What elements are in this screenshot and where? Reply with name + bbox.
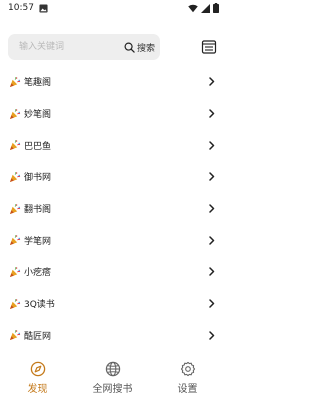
party-popper-icon [9, 298, 21, 310]
party-popper-icon [9, 266, 21, 278]
chevron-right-icon [209, 299, 215, 308]
list-item[interactable]: 笔趣阁 [0, 66, 225, 98]
chevron-right-icon [209, 236, 215, 245]
party-popper-icon [9, 329, 21, 341]
cellular-signal-icon [201, 3, 210, 13]
tab-settings-label: 设置 [177, 384, 198, 395]
party-popper-icon [9, 171, 21, 183]
list-item-label: 3Q读书 [24, 300, 55, 311]
battery-icon [213, 3, 219, 13]
party-popper-icon [9, 139, 21, 151]
library-button[interactable] [201, 39, 217, 55]
globe-icon [105, 361, 121, 377]
gallery-notification-icon [39, 3, 48, 13]
compass-icon [30, 361, 46, 377]
chevron-right-icon [209, 109, 215, 118]
chevron-right-icon [209, 204, 215, 213]
list-item-label: 翻书阁 [24, 205, 52, 216]
party-popper-icon [9, 234, 21, 246]
list-item-label: 学笔网 [24, 236, 52, 247]
wifi-icon [188, 4, 198, 13]
library-icon [201, 39, 217, 55]
status-time: 10:57 [8, 3, 34, 13]
list-item[interactable]: 学笔网 [0, 224, 225, 256]
tab-discover-label: 发现 [27, 384, 48, 395]
chevron-right-icon [209, 77, 215, 87]
source-list: 笔趣阁 妙笔阁 巴巴鱼 御书网 翻书阁 学笔网 小疙瘩 3Q读书 酷匠网 [0, 66, 225, 351]
chevron-right-icon [209, 331, 215, 340]
search-button[interactable]: 搜索 [124, 34, 155, 60]
gear-icon [180, 361, 196, 377]
bottom-nav: 发现 全网搜书 设置 [0, 356, 225, 400]
list-item[interactable]: 妙笔阁 [0, 98, 225, 130]
tab-settings[interactable]: 设置 [153, 356, 223, 395]
list-item-label: 巴巴鱼 [24, 141, 52, 152]
tab-search-all-label: 全网搜书 [92, 384, 133, 395]
party-popper-icon [9, 76, 21, 88]
party-popper-icon [9, 203, 21, 215]
list-item[interactable]: 酷匠网 [0, 320, 225, 352]
screen: 10:57 输入关键词 搜索 笔趣阁 妙笔阁 巴巴鱼 御书网 翻书阁 学笔网 小… [0, 0, 225, 400]
search-icon [124, 42, 135, 53]
list-item-label: 妙笔阁 [24, 110, 52, 121]
tab-discover[interactable]: 发现 [3, 356, 73, 395]
tab-search-all[interactable]: 全网搜书 [78, 356, 148, 395]
chevron-right-icon [209, 140, 215, 150]
status-bar: 10:57 [0, 0, 225, 16]
list-item-label: 小疙瘩 [24, 268, 52, 279]
list-item-label: 酷匠网 [24, 331, 52, 342]
list-item-label: 御书网 [24, 173, 52, 184]
party-popper-icon [9, 108, 21, 120]
list-item[interactable]: 小疙瘩 [0, 256, 225, 288]
chevron-right-icon [209, 267, 215, 277]
search-row: 输入关键词 搜索 [8, 34, 217, 60]
search-placeholder: 输入关键词 [19, 42, 65, 52]
list-item-label: 笔趣阁 [24, 78, 52, 89]
list-item[interactable]: 巴巴鱼 [0, 129, 225, 161]
list-item[interactable]: 御书网 [0, 161, 225, 193]
list-item[interactable]: 翻书阁 [0, 193, 225, 225]
search-input[interactable]: 输入关键词 搜索 [8, 34, 160, 60]
search-button-label: 搜索 [136, 43, 155, 54]
chevron-right-icon [209, 172, 215, 182]
list-item[interactable]: 3Q读书 [0, 288, 225, 320]
